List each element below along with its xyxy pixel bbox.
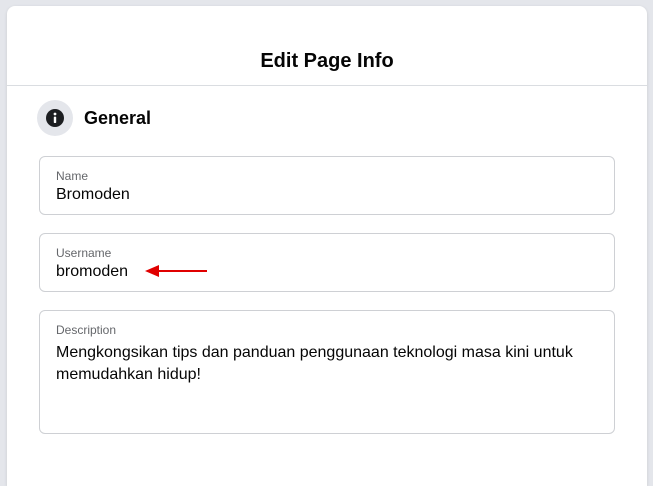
- red-arrow-icon: [145, 265, 207, 277]
- username-field-label: Username: [56, 246, 112, 260]
- username-field[interactable]: Username bromoden: [39, 233, 615, 292]
- general-section-header: General: [37, 100, 151, 136]
- username-field-value[interactable]: bromoden: [56, 263, 128, 281]
- name-field-value[interactable]: Bromoden: [56, 186, 130, 204]
- dialog-header: Edit Page Info: [7, 6, 647, 86]
- description-field-label: Description: [56, 323, 117, 337]
- name-field-label: Name: [56, 169, 89, 183]
- edit-page-info-dialog: Edit Page Info General Name Bromoden Use…: [7, 6, 647, 486]
- dialog-title: Edit Page Info: [260, 50, 394, 72]
- description-field-value[interactable]: Mengkongsikan tips dan panduan penggunaa…: [56, 342, 598, 386]
- name-field[interactable]: Name Bromoden: [39, 156, 615, 215]
- section-title: General: [84, 107, 152, 128]
- description-field[interactable]: Description Mengkongsikan tips dan pandu…: [39, 310, 615, 434]
- info-icon: [37, 100, 73, 136]
